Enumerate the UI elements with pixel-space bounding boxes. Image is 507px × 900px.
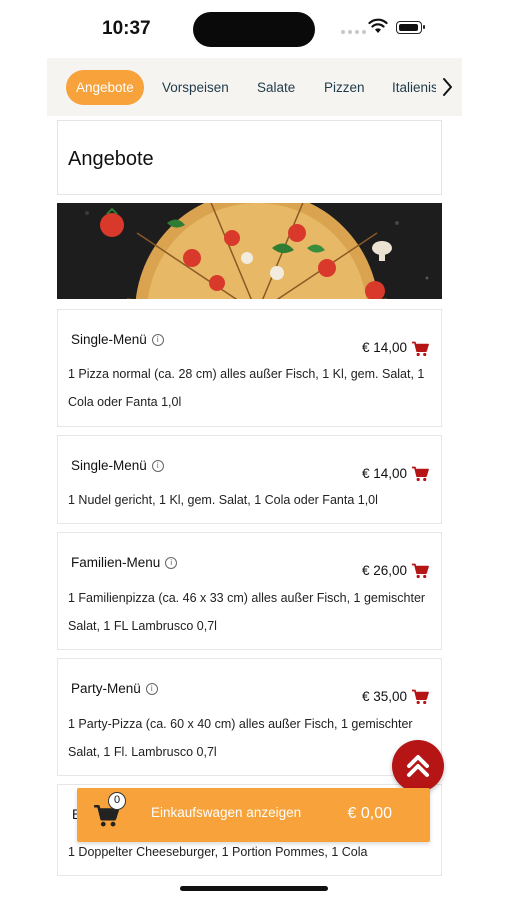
info-icon[interactable]: i [165, 556, 178, 569]
menu-item[interactable]: Familien-Menu i € 26,00 1 Familienpizza … [57, 532, 442, 650]
item-price: € 26,00 [361, 563, 407, 578]
battery-icon [396, 21, 425, 34]
category-nav: Angebote Vorspeisen Salate Pizzen Italie… [47, 58, 462, 116]
item-description: 1 Familienpizza (ca. 46 x 33 cm) alles a… [68, 591, 426, 633]
menu-item[interactable]: Single-Menü i € 14,00 1 Nudel gericht, 1… [57, 435, 442, 524]
info-icon[interactable]: i [151, 333, 164, 346]
scroll-to-top-button[interactable] [392, 740, 444, 792]
menu-item[interactable]: Single-Menü i € 14,00 1 Pizza normal (ca… [57, 309, 442, 427]
info-icon[interactable]: i [145, 682, 158, 695]
add-to-cart-icon[interactable] [411, 466, 429, 482]
add-to-cart-icon[interactable] [411, 689, 429, 705]
cart-count-badge: 0 [108, 792, 126, 810]
add-to-cart-icon[interactable] [411, 341, 429, 357]
pizza-banner-image [57, 203, 442, 299]
tab-italienisch[interactable]: Italienis [392, 70, 438, 105]
chevron-right-icon [443, 78, 452, 96]
nav-scroll-right-button[interactable] [436, 72, 460, 102]
item-price: € 14,00 [361, 340, 407, 355]
item-description: 1 Nudel gericht, 1 Kl, gem. Salat, 1 Col… [68, 493, 378, 507]
item-description: 1 Party-Pizza (ca. 60 x 40 cm) alles auß… [68, 717, 413, 759]
view-cart-button[interactable]: 0 Einkaufswagen anzeigen € 0,00 [77, 788, 430, 842]
item-description: 1 Pizza normal (ca. 28 cm) alles außer F… [68, 367, 425, 409]
cart-bar-label: Einkaufswagen anzeigen [151, 805, 302, 820]
dynamic-island [193, 12, 315, 47]
tab-vorspeisen[interactable]: Vorspeisen [162, 70, 229, 105]
tab-angebote[interactable]: Angebote [66, 70, 144, 105]
item-name: Single-Menü [71, 332, 147, 347]
cart-total: € 0,00 [347, 805, 392, 822]
section-title: Angebote [68, 148, 154, 170]
item-price: € 35,00 [361, 689, 407, 704]
item-name: Single-Menü [71, 458, 147, 473]
section-header: Angebote [57, 120, 442, 195]
wifi-icon [368, 18, 388, 33]
status-time: 10:37 [102, 18, 151, 39]
item-description: 1 Doppelter Cheeseburger, 1 Portion Pomm… [68, 845, 368, 859]
menu-item[interactable]: Party-Menü i € 35,00 1 Party-Pizza (ca. … [57, 658, 442, 776]
double-chevron-up-icon [407, 755, 429, 777]
add-to-cart-icon[interactable] [411, 563, 429, 579]
item-name: Party-Menü [71, 681, 141, 696]
item-price: € 14,00 [361, 466, 407, 481]
home-indicator[interactable] [180, 886, 328, 891]
tab-pizzen[interactable]: Pizzen [324, 70, 365, 105]
tab-salate[interactable]: Salate [257, 70, 295, 105]
info-icon[interactable]: i [151, 459, 164, 472]
status-bar: 10:37 [0, 0, 507, 58]
item-name: Familien-Menu [71, 555, 161, 570]
cellular-signal-icon [341, 30, 366, 34]
